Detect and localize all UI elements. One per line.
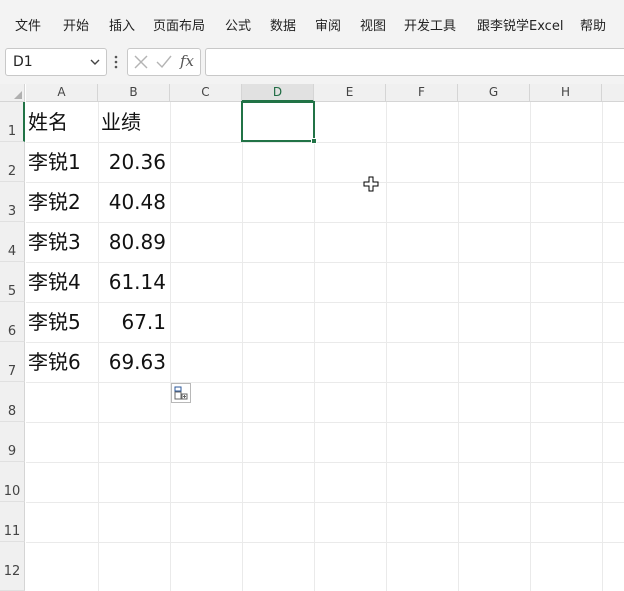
column-header-h[interactable]: H <box>530 84 602 102</box>
active-cell-selection[interactable] <box>241 101 317 144</box>
column-header-c[interactable]: C <box>170 84 242 102</box>
cell-a6[interactable]: 李锐5 <box>28 302 81 342</box>
insert-function-button[interactable]: fx <box>180 52 194 70</box>
row-header-4[interactable]: 4 <box>0 222 25 262</box>
tab-formulas[interactable]: 公式 <box>225 15 251 34</box>
cell-a1[interactable]: 姓名 <box>28 102 68 142</box>
column-header-a[interactable]: A <box>26 84 98 102</box>
cell-b5[interactable]: 61.14 <box>98 262 166 302</box>
formula-bar: D1 fx <box>0 46 624 84</box>
formula-buttons: fx <box>127 48 201 76</box>
row-header-11[interactable]: 11 <box>0 502 25 542</box>
row-number: 11 <box>3 524 21 539</box>
row-number: 5 <box>7 284 17 299</box>
column-header-e[interactable]: E <box>314 84 386 102</box>
gridline <box>26 422 624 423</box>
column-header-f[interactable]: F <box>386 84 458 102</box>
cell-b1[interactable]: 业绩 <box>101 102 141 142</box>
tab-home[interactable]: 开始 <box>63 15 89 34</box>
cell-b6[interactable]: 67.1 <box>98 302 166 342</box>
cell-a5[interactable]: 李锐4 <box>28 262 81 302</box>
row-number: 8 <box>7 404 17 419</box>
gridline <box>314 102 315 591</box>
row-number: 4 <box>7 244 17 259</box>
gridline <box>26 382 624 383</box>
cell-a4[interactable]: 李锐3 <box>28 222 81 262</box>
tab-help[interactable]: 帮助 <box>580 15 606 34</box>
row-number: 10 <box>3 484 21 499</box>
gridline <box>386 102 387 591</box>
vertical-dots-icon[interactable] <box>113 54 119 70</box>
row-header-5[interactable]: 5 <box>0 262 25 302</box>
tab-review[interactable]: 审阅 <box>315 15 341 34</box>
tab-developer[interactable]: 开发工具 <box>404 15 456 34</box>
cell-a2[interactable]: 李锐1 <box>28 142 81 182</box>
gridline <box>26 462 624 463</box>
tab-custom[interactable]: 跟李锐学Excel <box>477 15 563 34</box>
gridline <box>530 102 531 591</box>
column-header-d[interactable]: D <box>242 84 314 102</box>
row-number: 6 <box>7 324 17 339</box>
cell-a7[interactable]: 李锐6 <box>28 342 81 382</box>
gridline <box>26 542 624 543</box>
row-number: 3 <box>7 204 17 219</box>
cell-b3[interactable]: 40.48 <box>98 182 166 222</box>
fill-handle[interactable] <box>311 138 317 144</box>
formula-input[interactable] <box>205 48 624 76</box>
row-header-6[interactable]: 6 <box>0 302 25 342</box>
cancel-x-icon[interactable] <box>133 54 149 70</box>
name-box-value: D1 <box>13 54 33 70</box>
column-header-b[interactable]: B <box>98 84 170 102</box>
select-all-corner[interactable] <box>0 84 25 102</box>
gridline <box>458 102 459 591</box>
row-header-3[interactable]: 3 <box>0 182 25 222</box>
row-number: 12 <box>3 564 21 579</box>
cell-b4[interactable]: 80.89 <box>98 222 166 262</box>
row-header-2[interactable]: 2 <box>0 142 25 182</box>
row-header-10[interactable]: 10 <box>0 462 25 502</box>
cell-a3[interactable]: 李锐2 <box>28 182 81 222</box>
tab-view[interactable]: 视图 <box>360 15 386 34</box>
chevron-down-icon[interactable] <box>90 57 100 67</box>
row-header-1[interactable]: 1 <box>0 102 25 142</box>
cell-cross-cursor-icon <box>363 176 379 192</box>
cell-b7[interactable]: 69.63 <box>98 342 166 382</box>
check-icon[interactable] <box>155 54 173 70</box>
select-all-triangle-icon <box>14 91 22 99</box>
name-box[interactable]: D1 <box>5 48 107 76</box>
paste-options-button[interactable] <box>171 383 191 403</box>
column-header-g[interactable]: G <box>458 84 530 102</box>
tab-data[interactable]: 数据 <box>270 15 296 34</box>
gridline <box>26 502 624 503</box>
row-number: 2 <box>7 164 17 179</box>
row-header-9[interactable]: 9 <box>0 422 25 462</box>
gridline <box>602 102 603 591</box>
row-header-7[interactable]: 7 <box>0 342 25 382</box>
ribbon-menu: 文件 开始 插入 页面布局 公式 数据 审阅 视图 开发工具 跟李锐学Excel… <box>0 0 624 46</box>
tab-insert[interactable]: 插入 <box>109 15 135 34</box>
column-header-overflow[interactable] <box>602 84 624 102</box>
cell-b2[interactable]: 20.36 <box>98 142 166 182</box>
row-header-8[interactable]: 8 <box>0 382 25 422</box>
tab-file[interactable]: 文件 <box>15 15 41 34</box>
gridline <box>170 102 171 591</box>
tab-page-layout[interactable]: 页面布局 <box>153 15 205 34</box>
row-number: 7 <box>7 364 17 379</box>
paste-options-icon <box>174 386 188 400</box>
gridline <box>242 102 243 591</box>
row-header-12[interactable]: 12 <box>0 542 25 591</box>
row-number: 9 <box>7 444 17 459</box>
row-number: 1 <box>7 124 17 139</box>
